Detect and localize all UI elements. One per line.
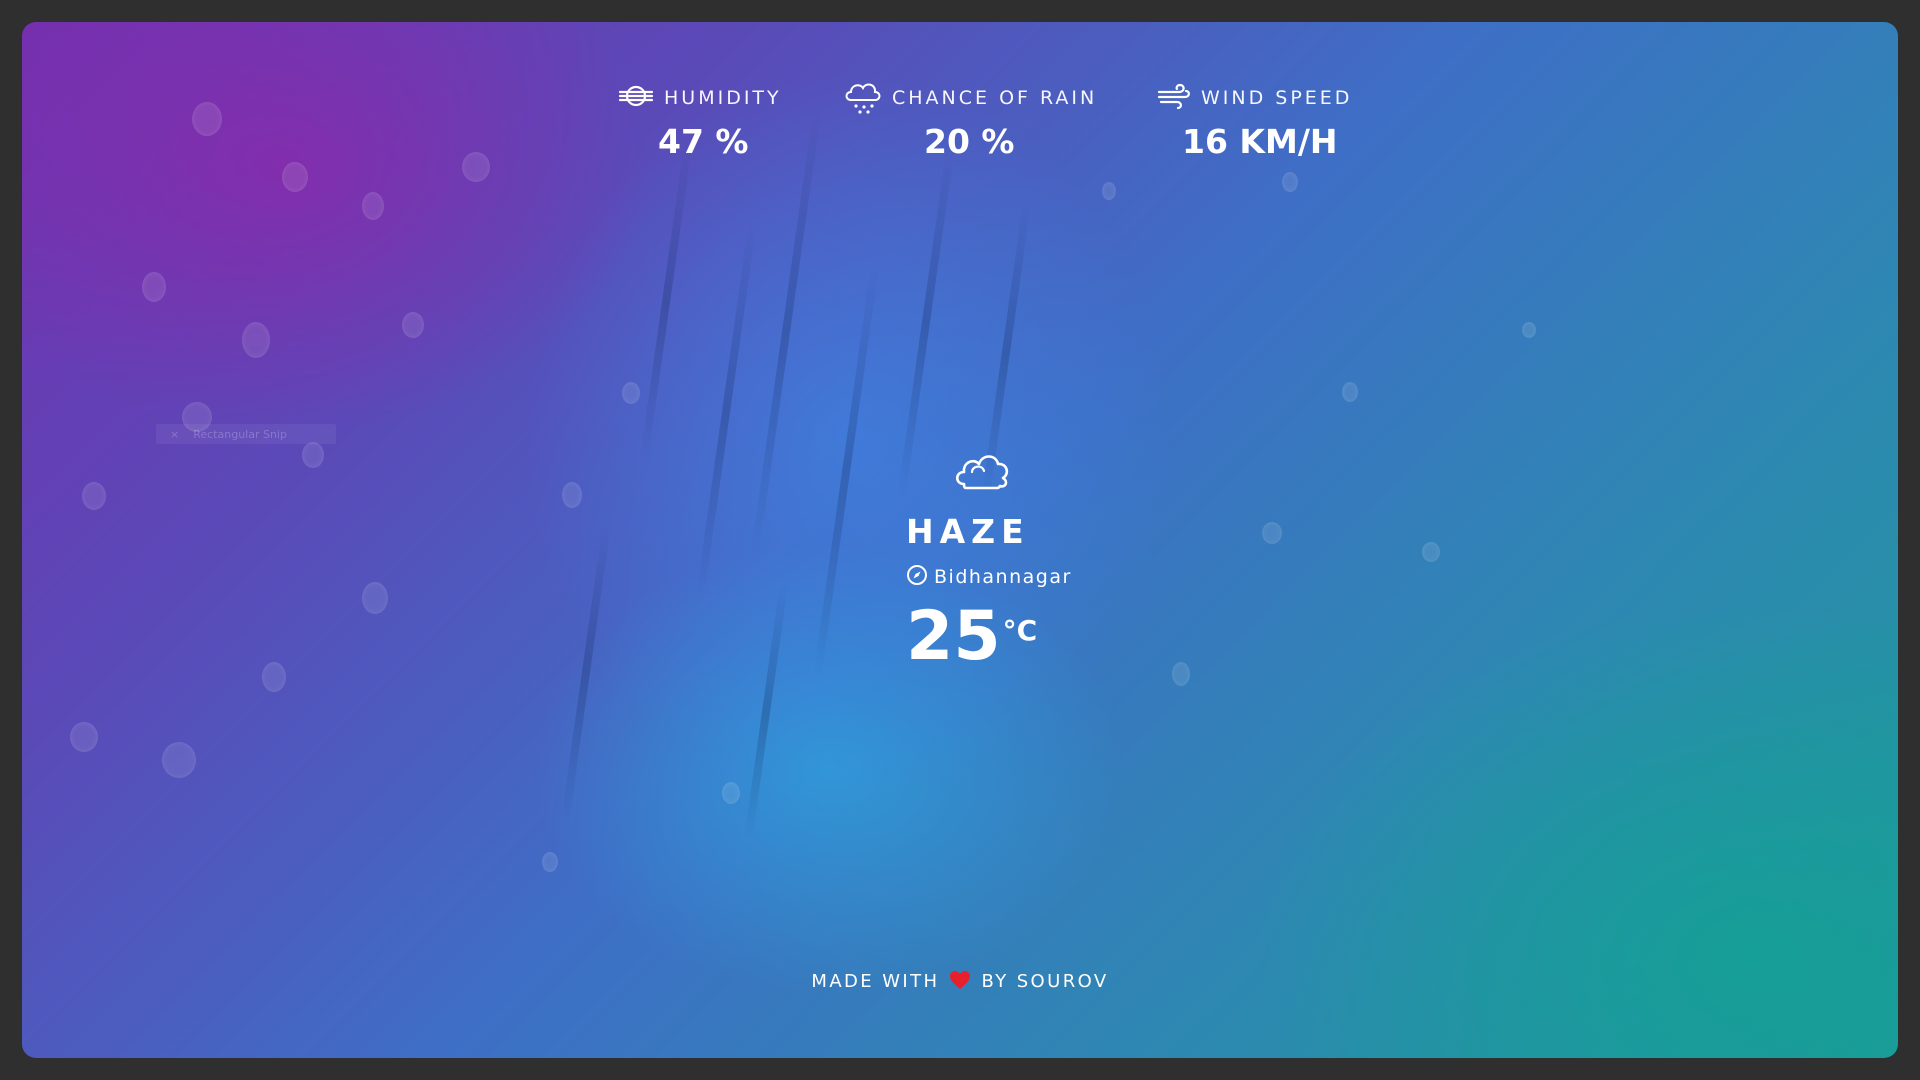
humidity-stat: HUMIDITY 47 % [618,78,782,161]
wind-speed-label: WIND SPEED [1201,87,1353,109]
location: Bidhannagar [906,564,1072,590]
wind-icon [1157,82,1191,114]
chance-of-rain-stat: CHANCE OF RAIN 20 % [842,76,1098,161]
footer-made-with: MADE WITH [811,971,940,992]
chance-of-rain-value: 20 % [924,122,1015,161]
weather-condition: HAZE [906,512,1030,551]
humidity-icon [618,83,654,113]
wind-speed-value: 16 KM/H [1182,122,1338,161]
chance-of-rain-label: CHANCE OF RAIN [892,87,1098,109]
wind-speed-stat: WIND SPEED 16 KM/H [1157,78,1353,161]
heart-icon [949,970,971,995]
humidity-label: HUMIDITY [664,87,782,109]
footer-author: BY SOUROV [981,971,1109,992]
temperature: 25 °C [906,592,1037,682]
snip-close-icon[interactable]: × [170,428,179,441]
location-name: Bidhannagar [934,566,1072,588]
compass-icon [906,564,928,590]
weather-app-window: × Rectangular Snip HUMIDITY 47 % CHANCE … [22,22,1898,1058]
temperature-value: 25 [906,597,1001,676]
snip-label: Rectangular Snip [193,427,287,441]
footer-credit: MADE WITH BY SOUROV [22,970,1898,995]
temperature-unit: °C [1002,614,1038,647]
cloud-icon [952,442,1014,496]
rain-cloud-icon [842,76,882,120]
weather-stats: HUMIDITY 47 % CHANCE OF RAIN 20 % WIND S… [22,78,1898,198]
humidity-value: 47 % [658,122,749,161]
snip-overlay: × Rectangular Snip [156,424,336,444]
